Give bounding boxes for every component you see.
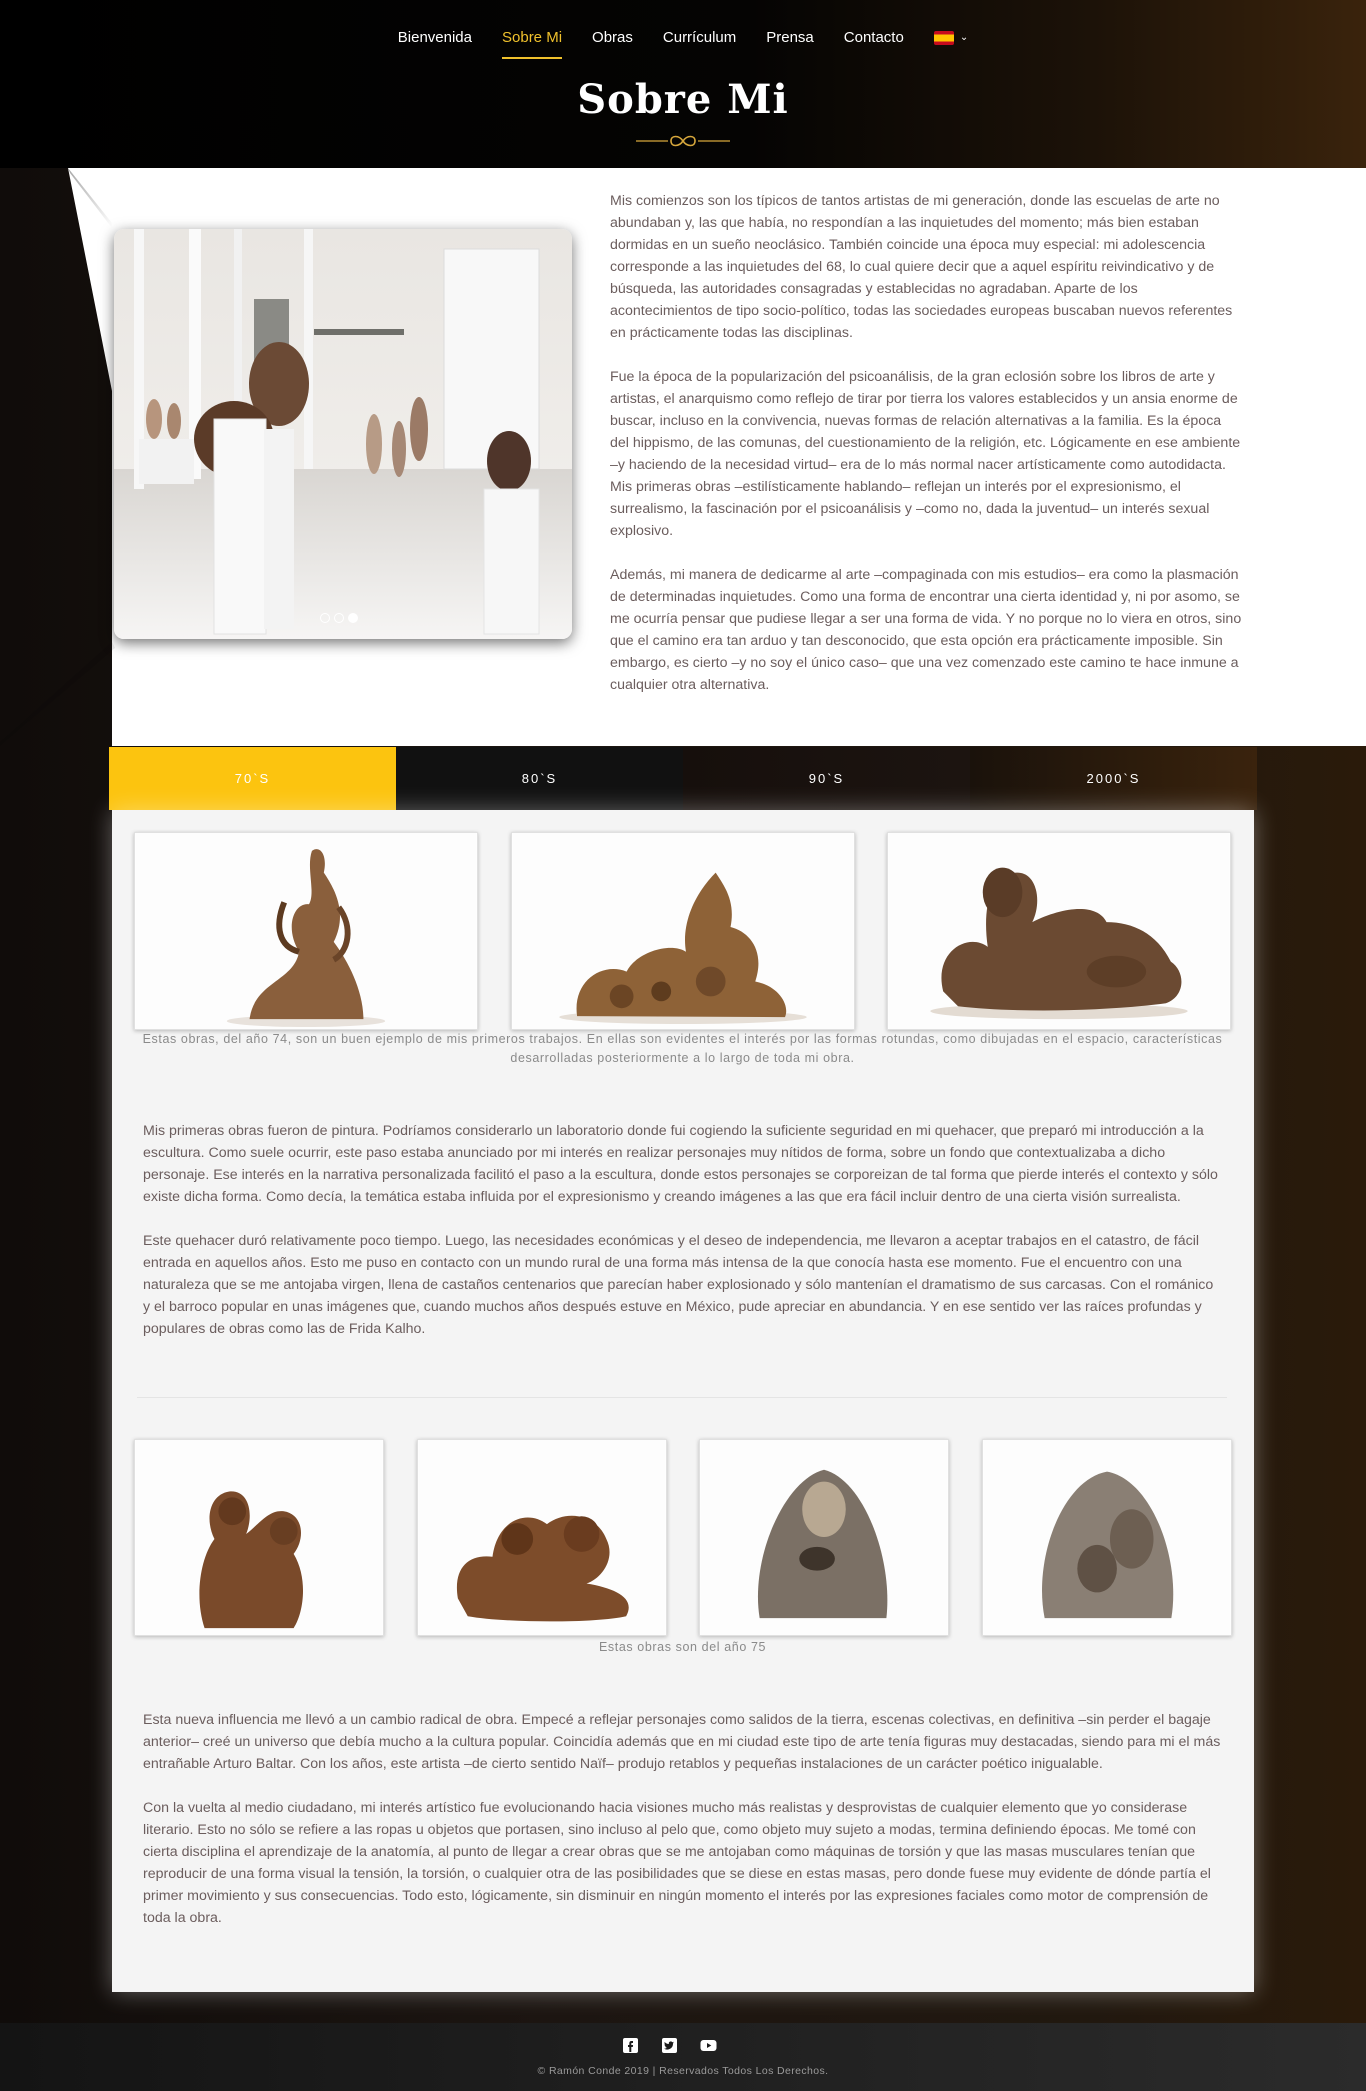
sculpture-thumbnail[interactable] (887, 832, 1231, 1030)
sculpture-image (135, 1440, 383, 1635)
decade-paragraph: Con la vuelta al medio ciudadano, mi int… (143, 1800, 1211, 1926)
tab-70s[interactable]: 70`S (109, 747, 396, 810)
sculpture-thumbnail[interactable] (699, 1439, 949, 1636)
decade-paragraph: Esta nueva influencia me llevó a un camb… (143, 1712, 1221, 1772)
about-paragraph: Fue la época de la popularización del ps… (610, 369, 1241, 539)
sculpture-thumbnail[interactable] (982, 1439, 1232, 1636)
page-title: Sobre Mi (577, 76, 789, 123)
site-header: Bienvenida Sobre Mi Obras Currículum Pre… (0, 0, 1366, 168)
gallery-caption: Estas obras son del año 75 (598, 1640, 767, 1654)
decade-paragraph: Mis primeras obras fueron de pintura. Po… (143, 1123, 1218, 1205)
nav-item-bienvenida[interactable]: Bienvenida (383, 27, 487, 49)
nav-item-prensa[interactable]: Prensa (751, 27, 829, 49)
tab-90s[interactable]: 90`S (683, 747, 970, 810)
language-selector[interactable]: ⌄ (919, 27, 983, 49)
slider-dot-2[interactable] (334, 613, 344, 623)
chevron-down-icon: ⌄ (959, 32, 969, 43)
gallery-caption: Estas obras, del año 74, son un buen eje… (142, 1032, 1223, 1065)
section-divider (137, 1397, 1227, 1398)
slider-dot-1[interactable] (320, 613, 330, 623)
sculpture-image (700, 1440, 948, 1635)
gallery-interior-image (114, 229, 572, 639)
sculpture-thumbnail[interactable] (417, 1439, 667, 1636)
decade-text: Esta nueva influencia me llevó a un camb… (143, 1709, 1223, 1951)
sculpture-image (418, 1440, 666, 1635)
decade-tabs: 70`S 80`S 90`S 2000`S (109, 747, 1257, 810)
gallery-photo-slider[interactable] (114, 229, 572, 639)
facebook-icon[interactable] (622, 2037, 639, 2054)
sculpture-image (888, 833, 1230, 1029)
spain-flag-icon (933, 31, 954, 45)
tab-80s[interactable]: 80`S (396, 747, 683, 810)
slider-dot-3[interactable] (348, 613, 358, 623)
sculpture-image (512, 833, 854, 1029)
sculpture-image (135, 833, 477, 1029)
nav-item-sobre-mi[interactable]: Sobre Mi (487, 27, 577, 59)
youtube-icon[interactable] (700, 2037, 717, 2054)
social-links (622, 2037, 717, 2054)
infinity-ornament-icon (636, 135, 730, 147)
about-text: Mis comienzos son los típicos de tantos … (610, 190, 1242, 718)
about-paragraph: Mis comienzos son los típicos de tantos … (610, 193, 1233, 341)
decade-text: Mis primeras obras fueron de pintura. Po… (143, 1120, 1223, 1362)
tab-2000s[interactable]: 2000`S (970, 747, 1257, 810)
sculpture-thumbnail[interactable] (134, 832, 478, 1030)
twitter-icon[interactable] (661, 2037, 678, 2054)
main-nav: Bienvenida Sobre Mi Obras Currículum Pre… (0, 27, 1366, 59)
nav-item-obras[interactable]: Obras (577, 27, 648, 49)
nav-item-contacto[interactable]: Contacto (829, 27, 919, 49)
copyright-text: © Ramón Conde 2019 | Reservados Todos Lo… (537, 2065, 829, 2077)
sculpture-thumbnail[interactable] (511, 832, 855, 1030)
site-footer (0, 2023, 1366, 2091)
sculpture-image (983, 1440, 1231, 1635)
slider-dots (320, 613, 358, 623)
about-paragraph: Además, mi manera de dedicarme al arte –… (610, 567, 1242, 693)
nav-item-curriculum[interactable]: Currículum (648, 27, 751, 49)
sculpture-thumbnail[interactable] (134, 1439, 384, 1636)
decade-paragraph: Este quehacer duró relativamente poco ti… (143, 1233, 1214, 1337)
